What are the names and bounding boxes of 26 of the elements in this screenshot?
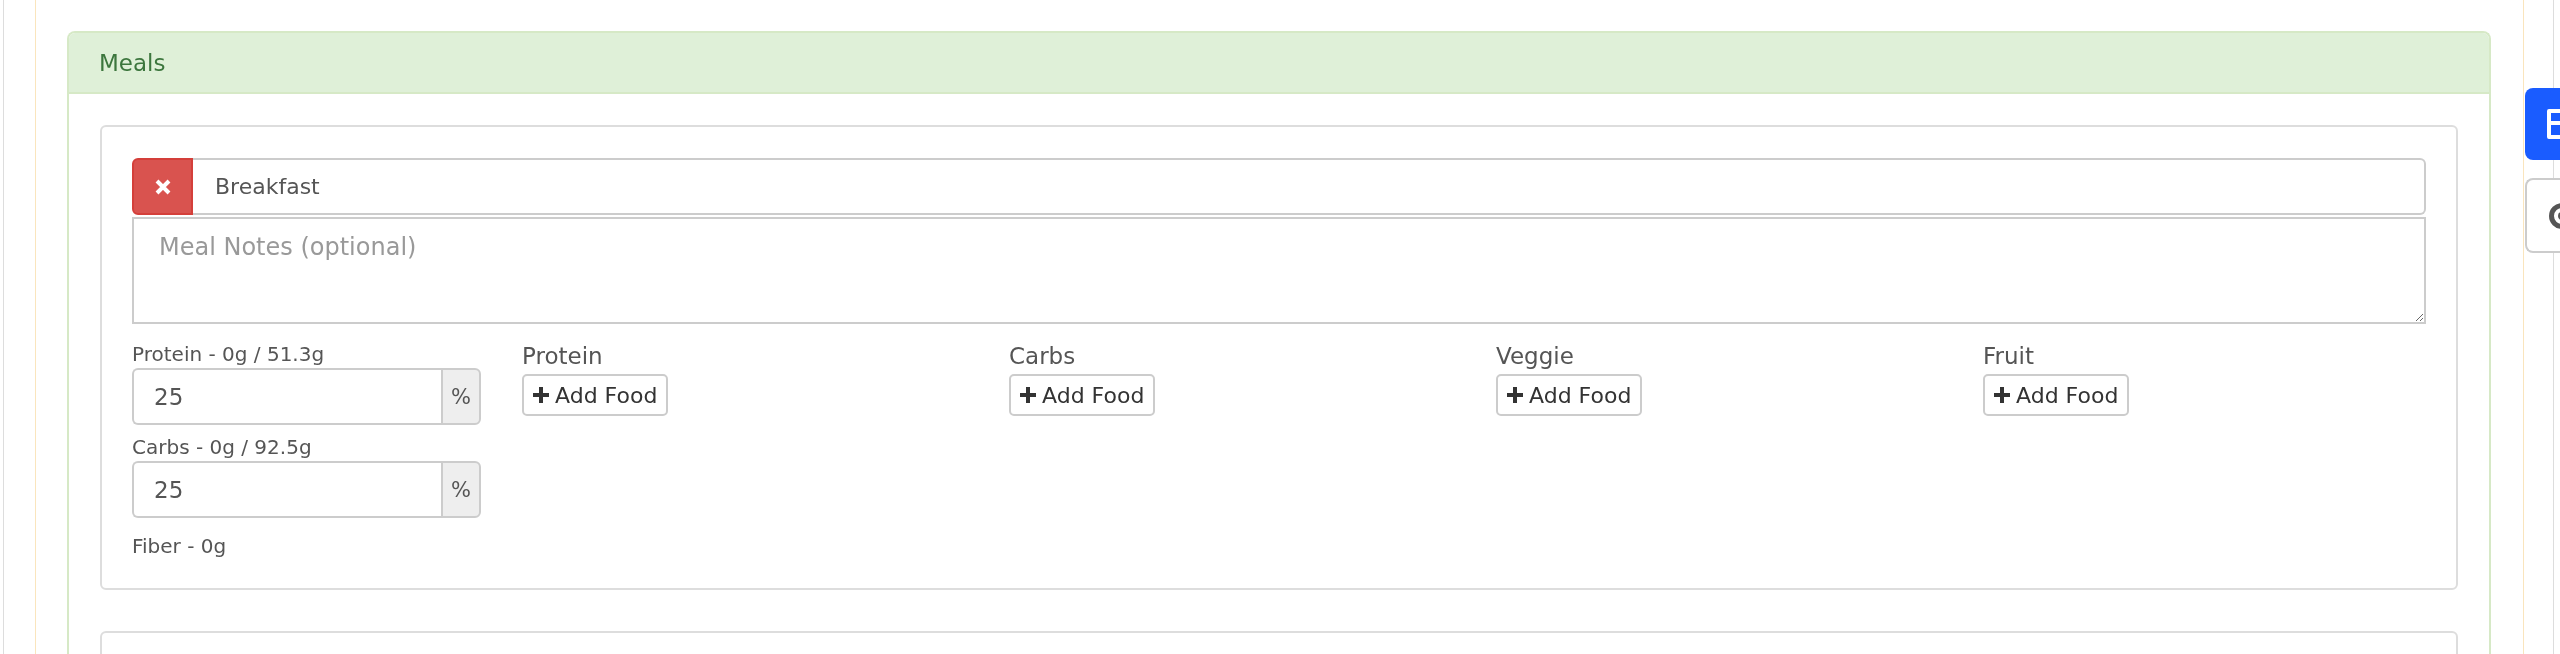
add-food-button[interactable]: Add Food xyxy=(1983,374,2130,416)
target-button[interactable] xyxy=(2525,178,2560,253)
delete-meal-button[interactable] xyxy=(132,158,193,215)
percent-addon: % xyxy=(441,368,481,425)
food-group-heading: Protein xyxy=(522,342,603,370)
meal-notes-field[interactable]: Meal Notes (optional) xyxy=(132,217,2426,324)
food-group-heading: Carbs xyxy=(1009,342,1076,370)
fiber-label: Fiber - 0g xyxy=(132,534,227,558)
add-food-button[interactable]: Add Food xyxy=(1009,374,1156,416)
plus-icon xyxy=(1994,387,2010,403)
panel-title: Meals xyxy=(99,49,166,76)
percent-field[interactable]: 25 xyxy=(132,368,441,425)
save-button[interactable] xyxy=(2525,88,2560,160)
close-icon xyxy=(154,178,171,195)
macro-label: Carbs - 0g / 92.5g xyxy=(132,435,312,459)
plus-icon xyxy=(1020,387,1036,403)
food-group-heading: Veggie xyxy=(1496,342,1574,370)
macro-label: Protein - 0g / 51.3g xyxy=(132,342,325,366)
add-food-button[interactable]: Add Food xyxy=(522,374,669,416)
meal-name-field[interactable]: Breakfast xyxy=(193,158,2426,215)
food-group-heading: Fruit xyxy=(1983,342,2034,370)
plus-icon xyxy=(1507,387,1523,403)
percent-addon: % xyxy=(441,461,481,518)
plus-icon xyxy=(533,387,549,403)
percent-field[interactable]: 25 xyxy=(132,461,441,518)
add-food-button[interactable]: Add Food xyxy=(1496,374,1643,416)
